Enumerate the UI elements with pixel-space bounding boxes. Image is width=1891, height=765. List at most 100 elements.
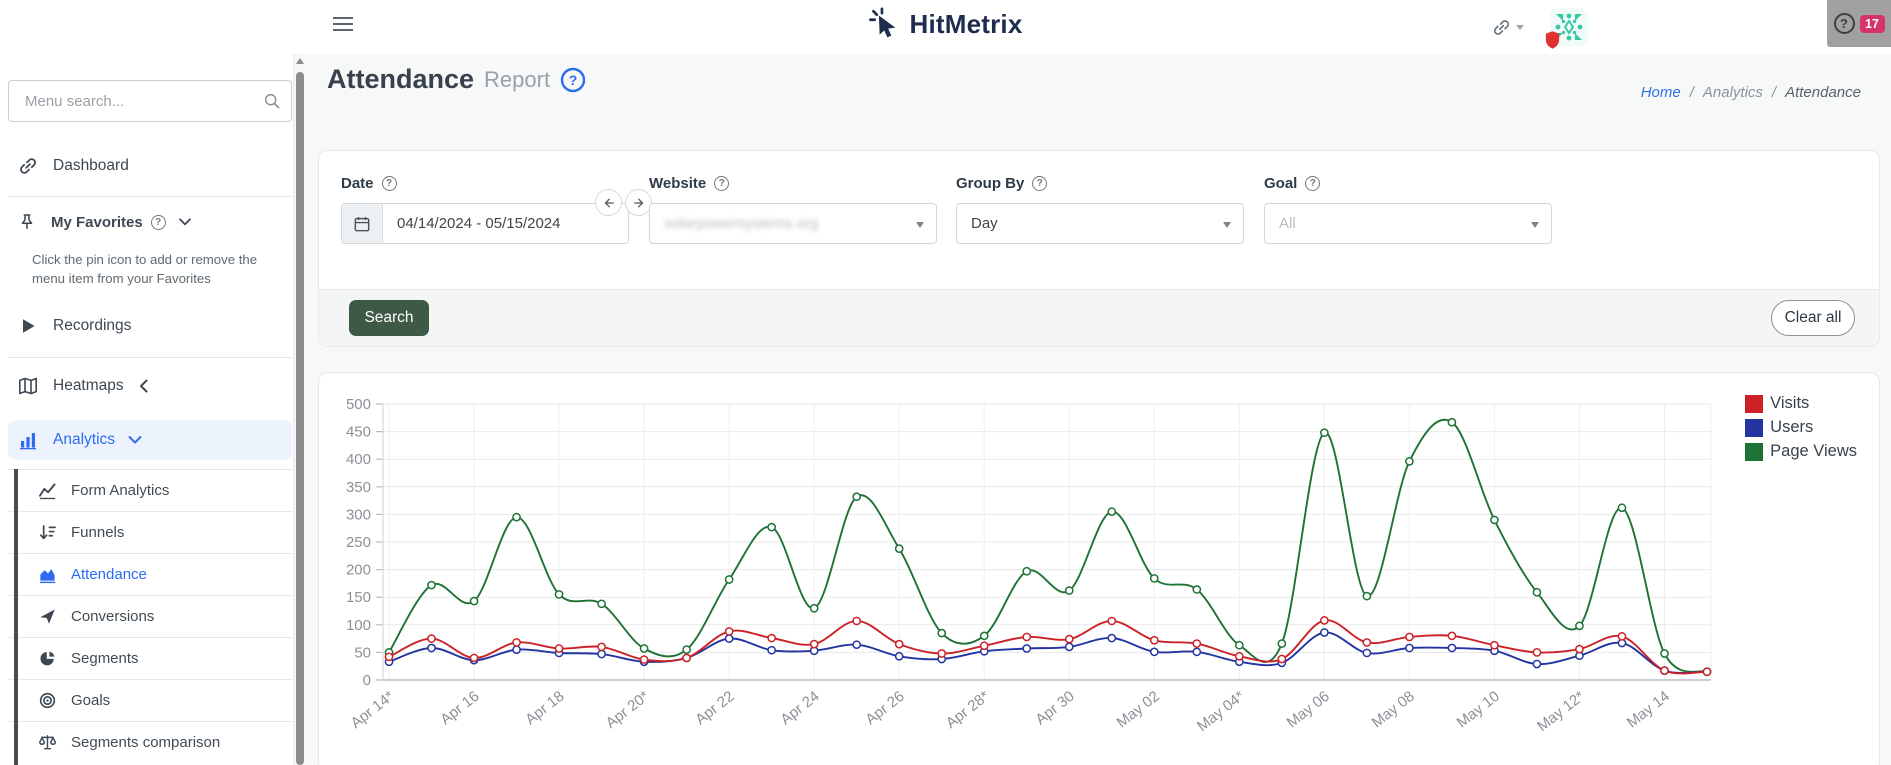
legend-label: Users [1770,418,1814,436]
question-circle-icon: ? [1833,13,1855,34]
question-circle-icon: ? [381,175,397,191]
clear-all-button[interactable]: Clear all [1771,300,1855,336]
attendance-chart-card: 0 50 100 150 200 250 300 350 400 450 500 Apr 14* Apr… [318,372,1880,765]
svg-text:0: 0 [363,672,371,689]
svg-text:150: 150 [346,589,371,606]
legend-item-page-views[interactable]: Page Views [1745,441,1857,462]
sidebar-item-label: Analytics [53,431,116,448]
page-title: Attendance [327,64,475,94]
help-widget[interactable]: ? 17 [1827,0,1891,47]
report-help-icon[interactable] [560,67,586,93]
menu-search-input[interactable] [23,91,263,111]
scrollbar-thumb[interactable] [296,72,304,765]
play-icon [18,316,38,336]
sidebar-item-recordings[interactable]: Recordings [8,306,292,346]
svg-text:Apr 28*: Apr 28* [943,688,993,732]
next-period-button[interactable] [625,189,652,216]
filter-goal: Goal? All [1264,173,1552,244]
cursor-logo-icon [868,7,900,41]
breadcrumb-analytics[interactable]: Analytics [1703,84,1763,101]
bar-chart-icon [18,430,38,450]
svg-text:500: 500 [346,396,371,413]
search-button[interactable]: Search [349,300,429,336]
menu-hamburger-button[interactable] [333,16,353,32]
legend-item-visits[interactable]: Visits [1745,393,1857,414]
map-icon [18,376,38,396]
legend-item-users[interactable]: Users [1745,417,1857,438]
analytics-submenu: Form Analytics Funnels Attendance Conversio… [8,469,292,765]
legend-label: Visits [1770,394,1810,412]
calendar-icon-box[interactable] [342,204,383,243]
svg-text:Apr 18: Apr 18 [522,688,567,729]
page-head: Attendance Report [327,64,586,95]
sidebar-item-label: Segments [71,650,139,667]
sidebar-item-label: Recordings [53,317,132,334]
date-nav [595,189,652,216]
share-link-menu[interactable] [1492,18,1524,37]
brand-name: HitMetrix [909,8,1023,39]
sidebar-item-label: Goals [71,692,111,709]
breadcrumb-separator: / [1771,84,1777,101]
sidebar-item-segments[interactable]: Segments [8,637,292,679]
svg-text:Apr 20*: Apr 20* [603,688,653,732]
breadcrumb-attendance: Attendance [1785,84,1861,101]
date-range-input[interactable] [383,215,628,232]
favorites-hint-text: Click the pin icon to add or remove the … [32,252,258,286]
svg-text:50: 50 [354,644,371,661]
svg-text:May 10: May 10 [1454,688,1503,732]
link-icon [1492,18,1511,37]
search-icon [263,92,281,110]
brand-logo: HitMetrix [868,7,1022,41]
svg-text:Apr 30: Apr 30 [1032,688,1077,729]
goal-label: Goal [1264,174,1298,192]
sidebar-item-label: Segments comparison [71,734,221,751]
sidebar-item-goals[interactable]: Goals [8,679,292,721]
sidebar-item-conversions[interactable]: Conversions [8,595,292,637]
sidebar-item-analytics[interactable]: Analytics [8,420,292,460]
sidebar-item-form-analytics[interactable]: Form Analytics [8,469,292,511]
scrollbar-up-arrow[interactable] [296,58,304,64]
pie-chart-icon [38,649,57,668]
sidebar-item-funnels[interactable]: Funnels [8,511,292,553]
sidebar-item-attendance[interactable]: Attendance [8,553,292,595]
arrow-right-icon [632,196,646,210]
arrow-left-icon [602,196,616,210]
svg-text:May 08: May 08 [1369,688,1418,732]
svg-text:450: 450 [346,424,371,441]
caret-down-icon [1516,24,1524,30]
goal-select[interactable]: All [1264,203,1552,244]
sidebar-item-label: Form Analytics [71,482,170,499]
sidebar-item-label: My Favorites [51,213,143,231]
website-label: Website [649,174,707,192]
previous-period-button[interactable] [595,189,622,216]
calendar-icon [353,215,371,233]
svg-text:Apr 16: Apr 16 [437,688,482,729]
svg-text:400: 400 [346,451,371,468]
breadcrumb: Home / Analytics / Attendance [1641,84,1861,101]
question-circle-icon: ? [1305,175,1321,191]
legend-swatch [1745,418,1764,437]
menu-search-box[interactable] [8,80,292,122]
sidebar-item-my-favorites[interactable]: My Favorites ? [8,204,292,240]
link-icon [18,156,38,176]
breadcrumb-home[interactable]: Home [1641,84,1681,101]
pin-icon [18,213,36,231]
sidebar-item-segments-comparison[interactable]: Segments comparison [8,721,292,763]
line-chart-icon [38,481,57,500]
sidebar-main-items: Recordings Heatmaps Analytics [8,306,292,460]
svg-text:Apr 22: Apr 22 [692,688,737,729]
sidebar-item-heatmaps[interactable]: Heatmaps [8,367,292,405]
user-avatar[interactable] [1550,8,1588,46]
send-icon [38,607,57,626]
sidebar-item-label: Dashboard [53,157,129,174]
sidebar-item-dashboard[interactable]: Dashboard [8,144,292,188]
caret-down-icon [1223,222,1231,228]
date-range-field[interactable] [341,203,629,244]
svg-text:100: 100 [346,617,371,634]
help-notification-badge: 17 [1859,14,1885,33]
svg-text:250: 250 [346,534,371,551]
top-header: HitMetrix ? 17 [0,0,1891,54]
group-by-select[interactable]: Day [956,203,1244,244]
sidebar-scrollbar[interactable] [293,54,305,765]
website-select[interactable]: solarpowersystems.org [649,203,937,244]
